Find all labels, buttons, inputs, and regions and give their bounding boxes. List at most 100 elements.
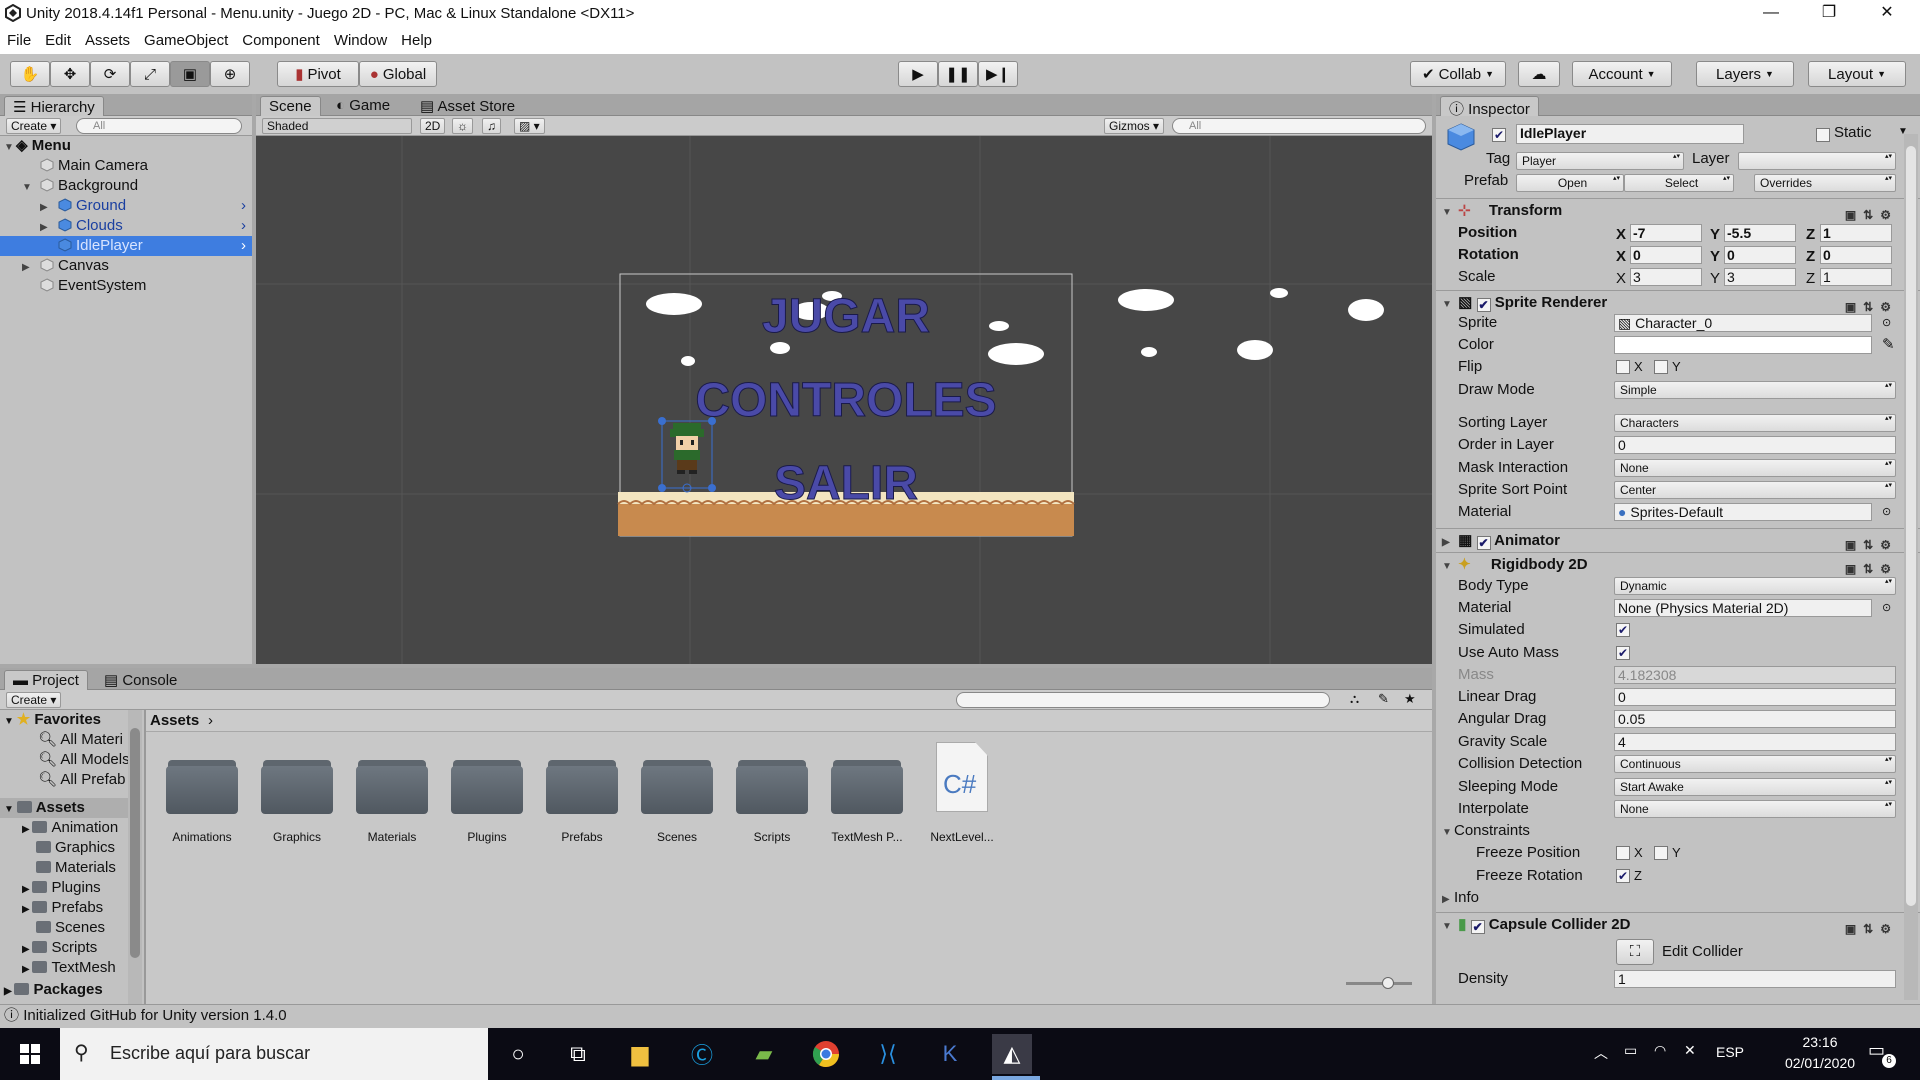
- folder-materials[interactable]: [356, 758, 428, 814]
- menu-help[interactable]: Help: [394, 28, 439, 49]
- folder-prefabs[interactable]: [546, 758, 618, 814]
- fav-all-prefabs[interactable]: 🔍︎ All Prefab: [38, 770, 125, 790]
- draw-mode-dropdown[interactable]: Simple: [1614, 381, 1896, 399]
- paint-app-button[interactable]: ▰: [744, 1034, 784, 1074]
- position-z-field[interactable]: 1: [1820, 224, 1892, 242]
- transform-header[interactable]: ▼ ⊹ Transform ▣⇅⚙: [1436, 198, 1920, 222]
- chevron-up-icon[interactable]: ︿: [1594, 1043, 1608, 1063]
- tree-folder-graphics[interactable]: Graphics: [36, 838, 115, 858]
- tree-folder-animation[interactable]: ▶ Animation: [22, 818, 118, 838]
- constraints-row[interactable]: ▼ Constraints: [1436, 820, 1920, 842]
- animator-header[interactable]: ▶ ▦ Animator ▣⇅⚙: [1436, 528, 1920, 552]
- hierarchy-item-canvas[interactable]: ▶ Canvas: [0, 256, 252, 276]
- tab-project[interactable]: ▬ Project: [4, 670, 88, 690]
- mask-dropdown[interactable]: None: [1614, 459, 1896, 477]
- clock-date[interactable]: 02/01/2020: [1768, 1055, 1872, 1071]
- collision-dropdown[interactable]: Continuous: [1614, 755, 1896, 773]
- maximize-button[interactable]: ❐: [1800, 0, 1858, 28]
- play-button[interactable]: ▶: [898, 61, 938, 87]
- hierarchy-item-ground[interactable]: ▶ Ground ›: [0, 196, 252, 216]
- move-tool-button[interactable]: ✥: [50, 61, 90, 87]
- layout-dropdown[interactable]: Layout ▼: [1808, 61, 1906, 87]
- clock-time[interactable]: 23:16: [1782, 1034, 1858, 1050]
- eyedropper-icon[interactable]: ✎: [1882, 334, 1895, 356]
- object-picker-icon[interactable]: ⊙: [1882, 501, 1891, 523]
- hierarchy-item-clouds[interactable]: ▶ Clouds ›: [0, 216, 252, 236]
- hierarchy-item-background[interactable]: ▼ Background: [0, 176, 252, 196]
- battery-icon[interactable]: ▭: [1624, 1042, 1637, 1059]
- pause-button[interactable]: ❚❚: [938, 61, 978, 87]
- menu-file[interactable]: File: [0, 28, 38, 49]
- rotation-y-field[interactable]: 0: [1724, 246, 1796, 264]
- body-type-dropdown[interactable]: Dynamic: [1614, 577, 1896, 595]
- icon-size-slider[interactable]: [1346, 977, 1412, 989]
- angular-drag-field[interactable]: 0.05: [1614, 710, 1896, 728]
- app-k-button[interactable]: K: [930, 1034, 970, 1074]
- close-button[interactable]: ✕: [1858, 0, 1916, 28]
- tab-game[interactable]: ◐ Game: [328, 96, 398, 116]
- prefab-overrides-dropdown[interactable]: Overrides: [1754, 174, 1896, 192]
- hierarchy-item-main-camera[interactable]: Main Camera: [0, 156, 252, 176]
- tab-hierarchy[interactable]: ☰ Hierarchy: [4, 96, 104, 116]
- hierarchy-create-button[interactable]: Create ▾: [6, 118, 62, 134]
- transform-tool-button[interactable]: ⊕: [210, 61, 250, 87]
- language-indicator[interactable]: ESP: [1716, 1044, 1744, 1060]
- notification-center-button[interactable]: ▭ 6: [1868, 1040, 1896, 1068]
- menu-assets[interactable]: Assets: [78, 28, 137, 49]
- folder-scenes[interactable]: [641, 758, 713, 814]
- tree-folder-materials[interactable]: Materials: [36, 858, 116, 878]
- sorting-layer-dropdown[interactable]: Characters: [1614, 414, 1896, 432]
- tree-scrollbar[interactable]: [128, 710, 142, 1004]
- breadcrumb-assets[interactable]: Assets: [150, 712, 199, 729]
- folder-animations[interactable]: [166, 758, 238, 814]
- tab-asset-store[interactable]: ▤ Asset Store: [412, 96, 523, 116]
- lighting-toggle[interactable]: ☼: [452, 118, 473, 134]
- folder-textmesh-pro[interactable]: [831, 758, 903, 814]
- layer-dropdown[interactable]: [1738, 152, 1896, 170]
- tree-folder-plugins[interactable]: ▶ Plugins: [22, 878, 101, 898]
- menu-window[interactable]: Window: [327, 28, 394, 49]
- layers-dropdown[interactable]: Layers ▼: [1696, 61, 1794, 87]
- menu-gameobject[interactable]: GameObject: [137, 28, 235, 49]
- rigidbody-header[interactable]: ▼ ✦ Rigidbody 2D ▣⇅⚙: [1436, 552, 1920, 576]
- order-field[interactable]: 0: [1614, 436, 1896, 454]
- global-toggle[interactable]: ● Global: [359, 61, 437, 87]
- fav-all-materials[interactable]: 🔍︎ All Materi: [38, 730, 123, 750]
- audio-toggle[interactable]: ♫: [482, 118, 501, 134]
- simulated-checkbox[interactable]: [1616, 623, 1630, 637]
- static-checkbox[interactable]: [1816, 128, 1830, 142]
- prefab-open-button[interactable]: Open: [1516, 174, 1624, 192]
- scene-search-input[interactable]: All: [1172, 118, 1426, 134]
- rotate-tool-button[interactable]: ⟳: [90, 61, 130, 87]
- inspector-scrollbar[interactable]: [1904, 134, 1918, 1000]
- material-field[interactable]: ● Sprites-Default: [1614, 503, 1872, 521]
- cortana-button[interactable]: ○: [498, 1034, 538, 1074]
- freeze-pos-y-checkbox[interactable]: [1654, 846, 1668, 860]
- slider-handle[interactable]: [1382, 977, 1394, 989]
- account-dropdown[interactable]: Account ▼: [1572, 61, 1672, 87]
- tag-dropdown[interactable]: Player: [1516, 152, 1684, 170]
- gizmos-dropdown[interactable]: Gizmos ▾: [1104, 118, 1165, 134]
- sort-point-dropdown[interactable]: Center: [1614, 481, 1896, 499]
- scrollbar-thumb[interactable]: [130, 728, 140, 958]
- favorites-item[interactable]: ▼ ★ Favorites: [4, 710, 101, 730]
- hierarchy-item-idleplayer[interactable]: IdlePlayer ›: [0, 236, 252, 256]
- scale-tool-button[interactable]: ⤢: [130, 61, 170, 87]
- freeze-rot-z-checkbox[interactable]: [1616, 869, 1630, 883]
- tab-console[interactable]: ▤ Console: [96, 670, 185, 690]
- collab-dropdown[interactable]: ✔ Collab ▼: [1410, 61, 1506, 87]
- filter-type-icon[interactable]: ⛬: [1350, 691, 1359, 707]
- scale-x-field[interactable]: 3: [1630, 268, 1702, 286]
- sprite-renderer-header[interactable]: ▼ ▧ Sprite Renderer ▣⇅⚙: [1436, 290, 1920, 314]
- filter-label-icon[interactable]: ✎: [1378, 691, 1389, 707]
- info-row[interactable]: ▶ Info: [1436, 887, 1920, 909]
- folder-plugins[interactable]: [451, 758, 523, 814]
- step-button[interactable]: ▶❙: [978, 61, 1018, 87]
- hierarchy-item-eventsystem[interactable]: EventSystem: [0, 276, 252, 296]
- density-field[interactable]: 1: [1614, 970, 1896, 988]
- sleeping-dropdown[interactable]: Start Awake: [1614, 778, 1896, 796]
- unity-taskbar-button[interactable]: ◭: [992, 1034, 1032, 1074]
- wifi-icon[interactable]: ◠: [1654, 1042, 1666, 1059]
- capsule-collider-header[interactable]: ▼ ▮ Capsule Collider 2D ▣⇅⚙: [1436, 912, 1920, 936]
- linear-drag-field[interactable]: 0: [1614, 688, 1896, 706]
